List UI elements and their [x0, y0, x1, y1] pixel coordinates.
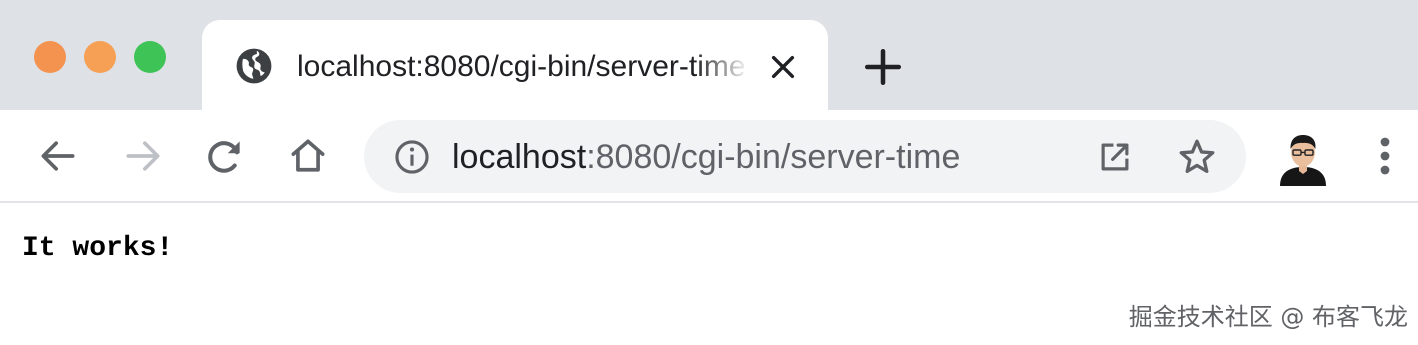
home-icon[interactable] — [286, 134, 330, 178]
more-vertical-icon[interactable] — [1368, 136, 1402, 176]
page-content: It works! 掘金技术社区 @ 布客飞龙 — [0, 204, 1418, 345]
url-host: localhost — [452, 138, 587, 176]
info-icon[interactable] — [393, 138, 431, 176]
toolbar: localhost:8080/cgi-bin/server-time — [0, 110, 1418, 203]
open-external-icon[interactable] — [1096, 138, 1134, 176]
browser-window: localhost:8080/cgi-bin/server-time local… — [0, 0, 1418, 345]
tab-active[interactable]: localhost:8080/cgi-bin/server-time — [202, 20, 828, 112]
window-minimize-button[interactable] — [84, 41, 116, 73]
forward-icon[interactable] — [121, 134, 165, 178]
reload-icon[interactable] — [203, 134, 247, 178]
page-body-text: It works! — [22, 233, 174, 264]
url-text[interactable]: localhost:8080/cgi-bin/server-time — [452, 134, 960, 180]
window-close-button[interactable] — [34, 41, 66, 73]
window-maximize-button[interactable] — [134, 41, 166, 73]
globe-icon — [236, 48, 272, 84]
address-bar[interactable]: localhost:8080/cgi-bin/server-time — [364, 120, 1246, 193]
traffic-lights — [34, 41, 166, 73]
plus-icon[interactable] — [862, 46, 904, 88]
star-icon[interactable] — [1176, 136, 1218, 178]
profile-avatar-icon[interactable] — [1276, 128, 1330, 186]
url-path: :8080/cgi-bin/server-time — [586, 138, 961, 176]
watermark: 掘金技术社区 @ 布客飞龙 — [1128, 303, 1408, 331]
back-icon[interactable] — [36, 134, 80, 178]
tab-strip: localhost:8080/cgi-bin/server-time — [0, 0, 1418, 112]
tab-close-icon[interactable] — [767, 51, 799, 83]
tab-title: localhost:8080/cgi-bin/server-time — [297, 50, 746, 83]
